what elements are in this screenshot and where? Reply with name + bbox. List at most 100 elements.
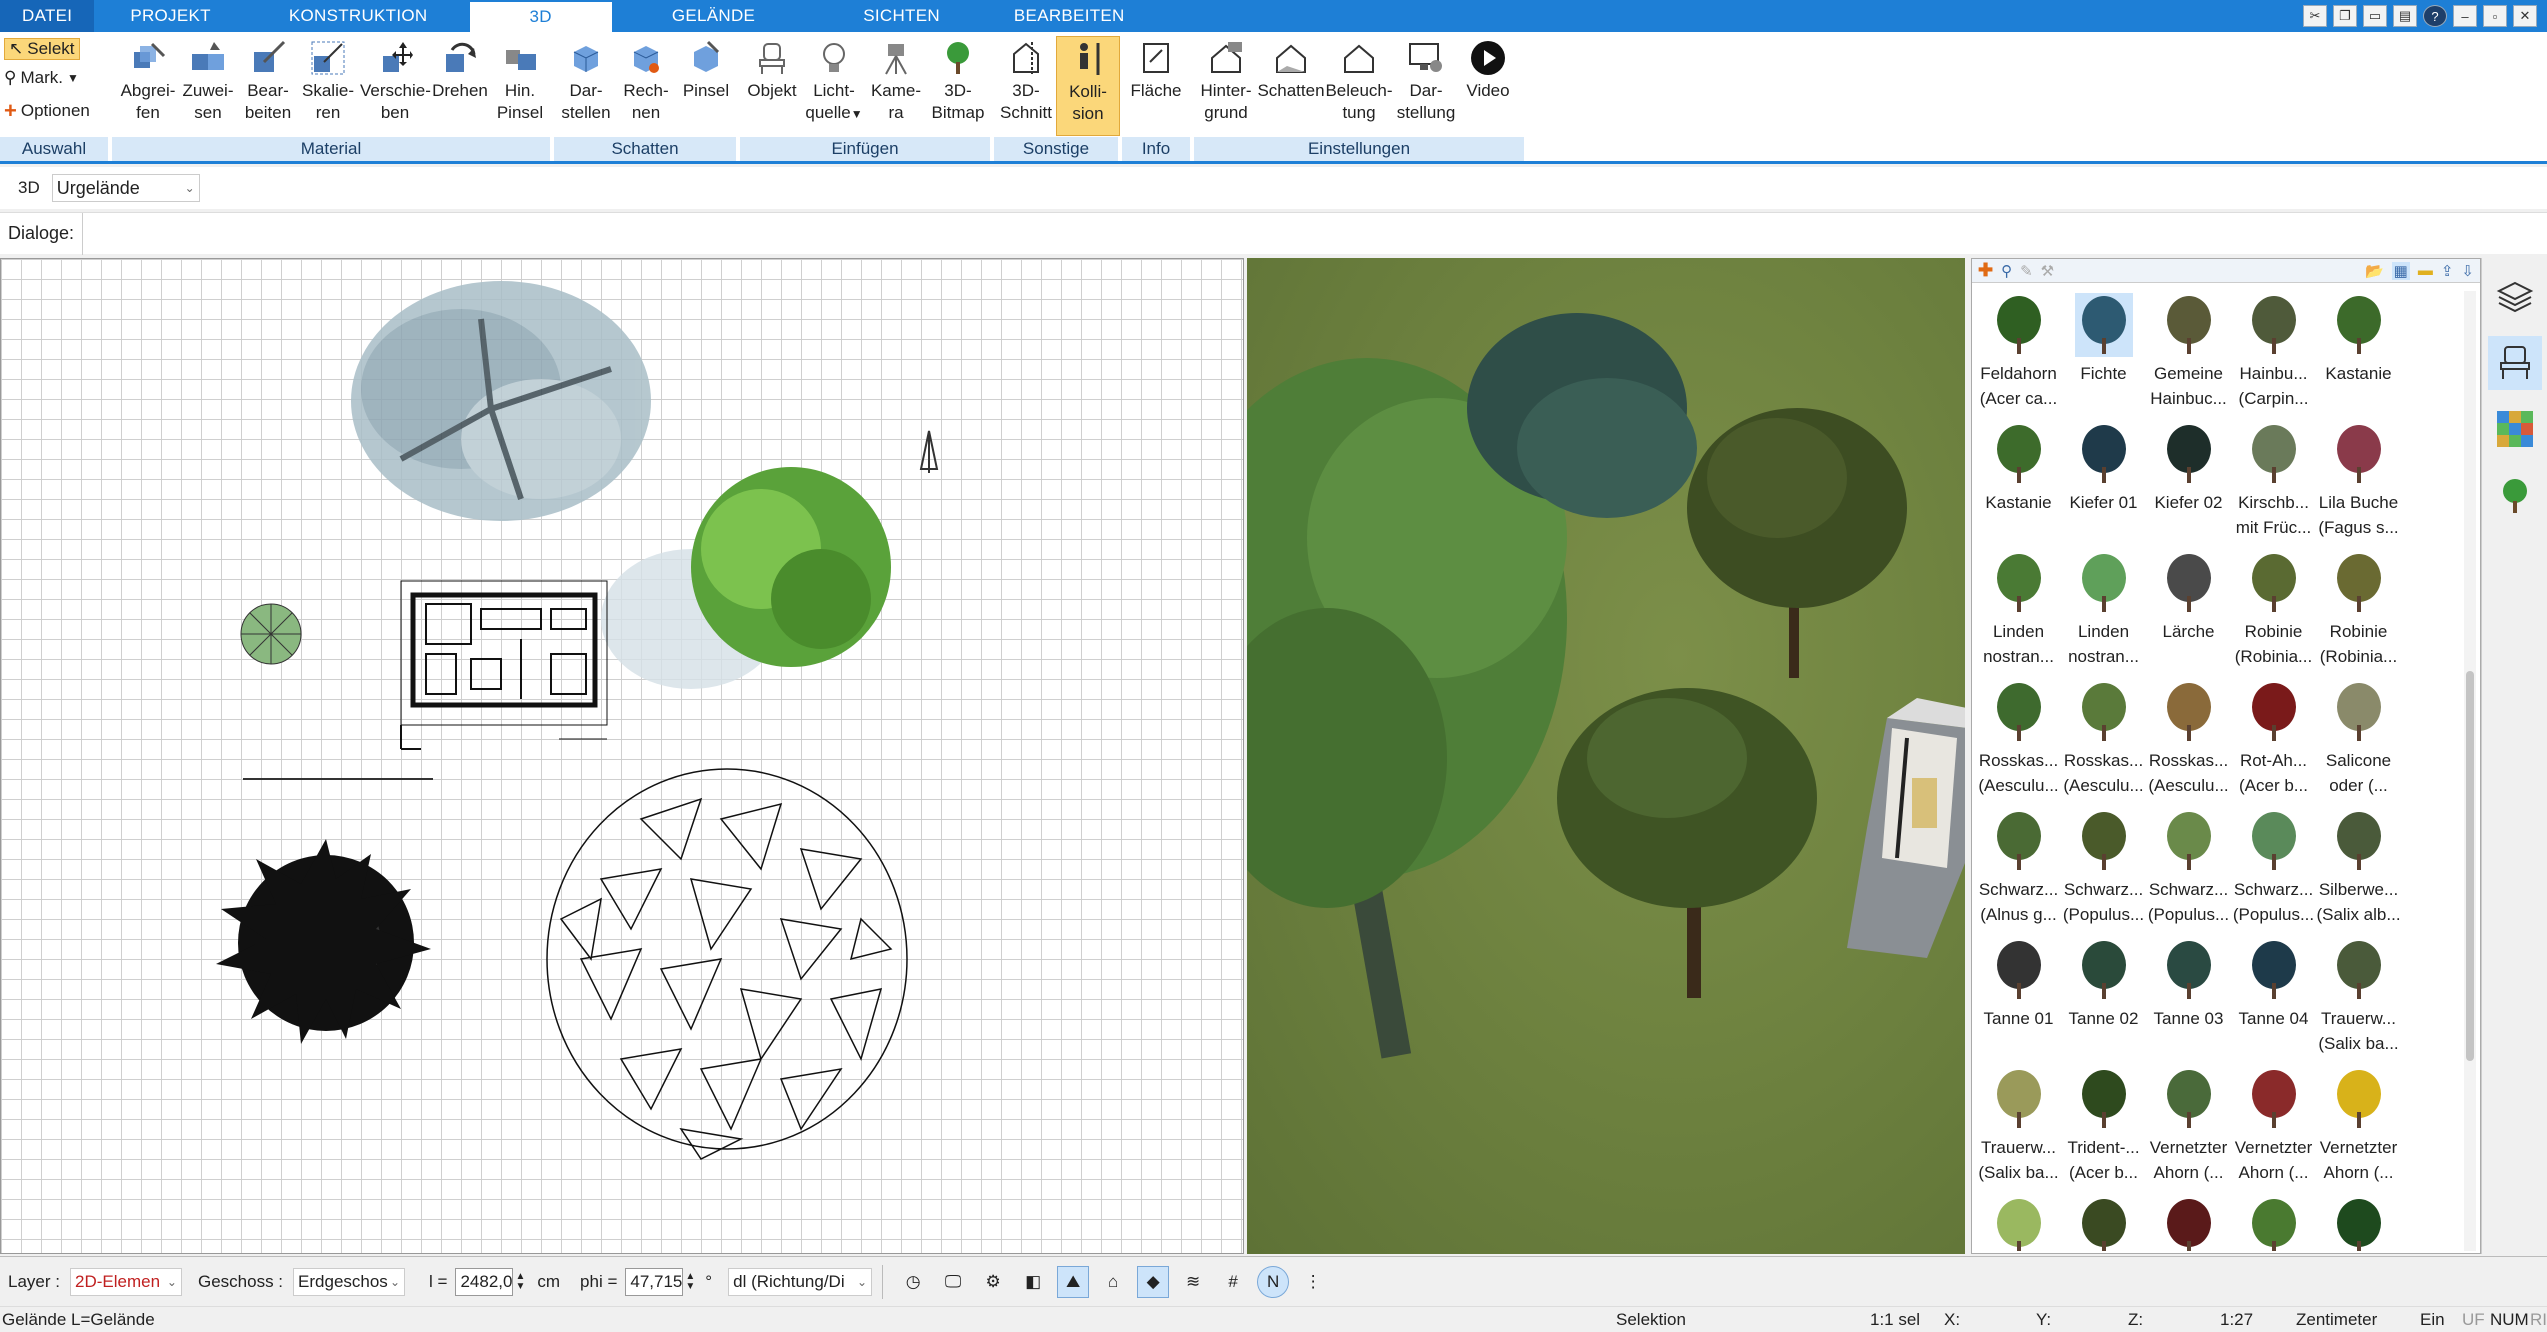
- drehen-button[interactable]: Drehen: [428, 36, 492, 102]
- stack-icon[interactable]: ≋: [1177, 1266, 1209, 1298]
- verschieben-button[interactable]: Verschie-ben: [360, 36, 431, 124]
- layer-plane-icon[interactable]: ◆: [1137, 1265, 1170, 1298]
- library-item[interactable]: Trident-... (Acer b...: [2061, 1065, 2146, 1194]
- grid-icon[interactable]: #: [1217, 1266, 1249, 1298]
- library-item[interactable]: Tanne 01: [1976, 936, 2061, 1065]
- close-button[interactable]: ✕: [2513, 5, 2537, 27]
- layer-select[interactable]: 2D-Elemen ⌄: [69, 1267, 182, 1296]
- optionen-button[interactable]: + Optionen: [4, 98, 90, 124]
- materials-icon[interactable]: [2488, 402, 2542, 456]
- library-item[interactable]: Feldahorn (Acer ca...: [1976, 291, 2061, 420]
- darstellen-button[interactable]: Dar-stellen: [554, 36, 618, 124]
- library-item[interactable]: Tanne 04: [2231, 936, 2316, 1065]
- lichtquelle-button[interactable]: Licht-quelle▼: [802, 36, 866, 125]
- library-item[interactable]: Robinie (Robinia...: [2231, 549, 2316, 678]
- library-item[interactable]: Rosskas... (Aesculu...: [2146, 678, 2231, 807]
- beleuchtung-button[interactable]: Beleuch-tung: [1324, 36, 1394, 124]
- screen-icon[interactable]: 🖵: [937, 1266, 969, 1298]
- tab-3d[interactable]: 3D: [469, 0, 612, 32]
- kamera-button[interactable]: Kame-ra: [864, 36, 928, 124]
- tab-gelaende[interactable]: GELÄNDE: [612, 0, 815, 32]
- grid-view-icon[interactable]: ▦: [2391, 261, 2410, 280]
- library-item[interactable]: Rosskas... (Aesculu...: [1976, 678, 2061, 807]
- north-icon[interactable]: N: [1257, 1265, 1290, 1298]
- terrain-icon[interactable]: ⛰: [1057, 1265, 1090, 1298]
- library-item[interactable]: Kirschb... mit Früc...: [2231, 420, 2316, 549]
- more-icon[interactable]: ⋮: [1297, 1266, 1329, 1298]
- export-icon[interactable]: ⇪: [2441, 262, 2454, 280]
- abgreifen-button[interactable]: Abgrei-fen: [116, 36, 180, 124]
- flaeche-button[interactable]: Fläche: [1124, 36, 1188, 102]
- library-item[interactable]: Lila Buche (Fagus s...: [2316, 420, 2401, 549]
- library-item[interactable]: [2061, 1194, 2146, 1251]
- zuweisen-button[interactable]: Zuwei-sen: [176, 36, 240, 124]
- library-item[interactable]: Lärche: [2146, 549, 2231, 678]
- geschoss-select[interactable]: Erdgeschos ⌄: [293, 1267, 406, 1296]
- tab-konstruktion[interactable]: KONSTRUKTION: [247, 0, 470, 32]
- folder-icon[interactable]: ▬: [2418, 262, 2433, 279]
- library-item[interactable]: Gemeine Hainbuc...: [2146, 291, 2231, 420]
- library-item[interactable]: Hainbu... (Carpin...: [2231, 291, 2316, 420]
- tab-sichten[interactable]: SICHTEN: [815, 0, 988, 32]
- cube-icon[interactable]: ◧: [1017, 1266, 1049, 1298]
- library-scrollbar[interactable]: [2464, 291, 2476, 1251]
- library-item[interactable]: Rot-Ah... (Acer b...: [2231, 678, 2316, 807]
- help-icon[interactable]: ?: [2423, 5, 2447, 27]
- rechnen-button[interactable]: Rech-nen: [614, 36, 678, 124]
- video-button[interactable]: Video: [1456, 36, 1520, 102]
- building-plan[interactable]: [400, 580, 608, 750]
- phi-input[interactable]: 47,715: [625, 1267, 684, 1296]
- tree-3d-dark[interactable]: [1687, 408, 1907, 678]
- library-item[interactable]: Kiefer 02: [2146, 420, 2231, 549]
- tree-symbol-spiky[interactable]: [216, 839, 431, 1044]
- library-item[interactable]: Vernetzter Ahorn (...: [2316, 1065, 2401, 1194]
- library-item[interactable]: Kiefer 01: [2061, 420, 2146, 549]
- objekt-button[interactable]: Objekt: [740, 36, 804, 102]
- library-item[interactable]: Rosskas... (Aesculu...: [2061, 678, 2146, 807]
- bearbeiten-button[interactable]: Bear-beiten: [236, 36, 300, 124]
- scrollbar-thumb[interactable]: [2466, 671, 2474, 1061]
- einst-schatten-button[interactable]: Schatten: [1256, 36, 1326, 102]
- hintergrund-button[interactable]: Hinter-grund: [1194, 36, 1258, 124]
- library-item[interactable]: Tanne 02: [2061, 936, 2146, 1065]
- restore-icon[interactable]: ❐: [2333, 5, 2357, 27]
- library-item[interactable]: Trauerw... (Salix ba...: [1976, 1065, 2061, 1194]
- tree-3d-small[interactable]: [1557, 688, 1817, 998]
- layers-icon[interactable]: [2488, 270, 2542, 324]
- library-item[interactable]: Robinie (Robinia...: [2316, 549, 2401, 678]
- tab-bearbeiten[interactable]: BEARBEITEN: [988, 0, 1151, 32]
- schatten-pinsel-button[interactable]: Pinsel: [674, 36, 738, 102]
- folder-up-icon[interactable]: 📂: [2365, 262, 2384, 280]
- library-item[interactable]: Trauerw... (Salix ba...: [2316, 936, 2401, 1065]
- kollision-button[interactable]: Kolli-sion: [1056, 36, 1120, 136]
- library-item[interactable]: Kastanie: [1976, 420, 2061, 549]
- library-item[interactable]: Salicone oder (...: [2316, 678, 2401, 807]
- building-3d[interactable]: [1847, 698, 1965, 958]
- window-icon[interactable]: ▭: [2363, 5, 2387, 27]
- library-item[interactable]: Schwarz... (Populus...: [2231, 807, 2316, 936]
- terrain-select[interactable]: Urgelände ⌄: [51, 174, 200, 202]
- plan-2d-view[interactable]: [0, 258, 1244, 1254]
- tools-icon[interactable]: ✂: [2303, 5, 2327, 27]
- tab-datei[interactable]: DATEI: [0, 0, 95, 32]
- library-item[interactable]: Silberwe... (Salix alb...: [2316, 807, 2401, 936]
- library-item[interactable]: Fichte: [2061, 291, 2146, 420]
- library-item[interactable]: Schwarz... (Alnus g...: [1976, 807, 2061, 936]
- tree-symbol-green[interactable]: [601, 467, 891, 689]
- tree-symbol-top[interactable]: [351, 281, 651, 521]
- library-item[interactable]: [1976, 1194, 2061, 1251]
- layout-icon[interactable]: ▤: [2393, 5, 2417, 27]
- add-icon[interactable]: ✚: [1978, 260, 1993, 281]
- furniture-icon[interactable]: [2488, 336, 2542, 390]
- small-plant-symbol[interactable]: [240, 603, 302, 665]
- 3d-view[interactable]: [1247, 258, 1965, 1254]
- spinner-icon[interactable]: ▲ ▼: [515, 1271, 525, 1292]
- library-item[interactable]: Kastanie: [2316, 291, 2401, 420]
- tree-symbol-triangles[interactable]: [546, 768, 908, 1160]
- library-item[interactable]: [2146, 1194, 2231, 1251]
- library-item[interactable]: [2316, 1194, 2401, 1251]
- library-item[interactable]: Schwarz... (Populus...: [2146, 807, 2231, 936]
- input-mode-select[interactable]: dl (Richtung/Di ⌄: [728, 1267, 873, 1296]
- clock-icon[interactable]: ◷: [897, 1266, 929, 1298]
- library-item[interactable]: Schwarz... (Populus...: [2061, 807, 2146, 936]
